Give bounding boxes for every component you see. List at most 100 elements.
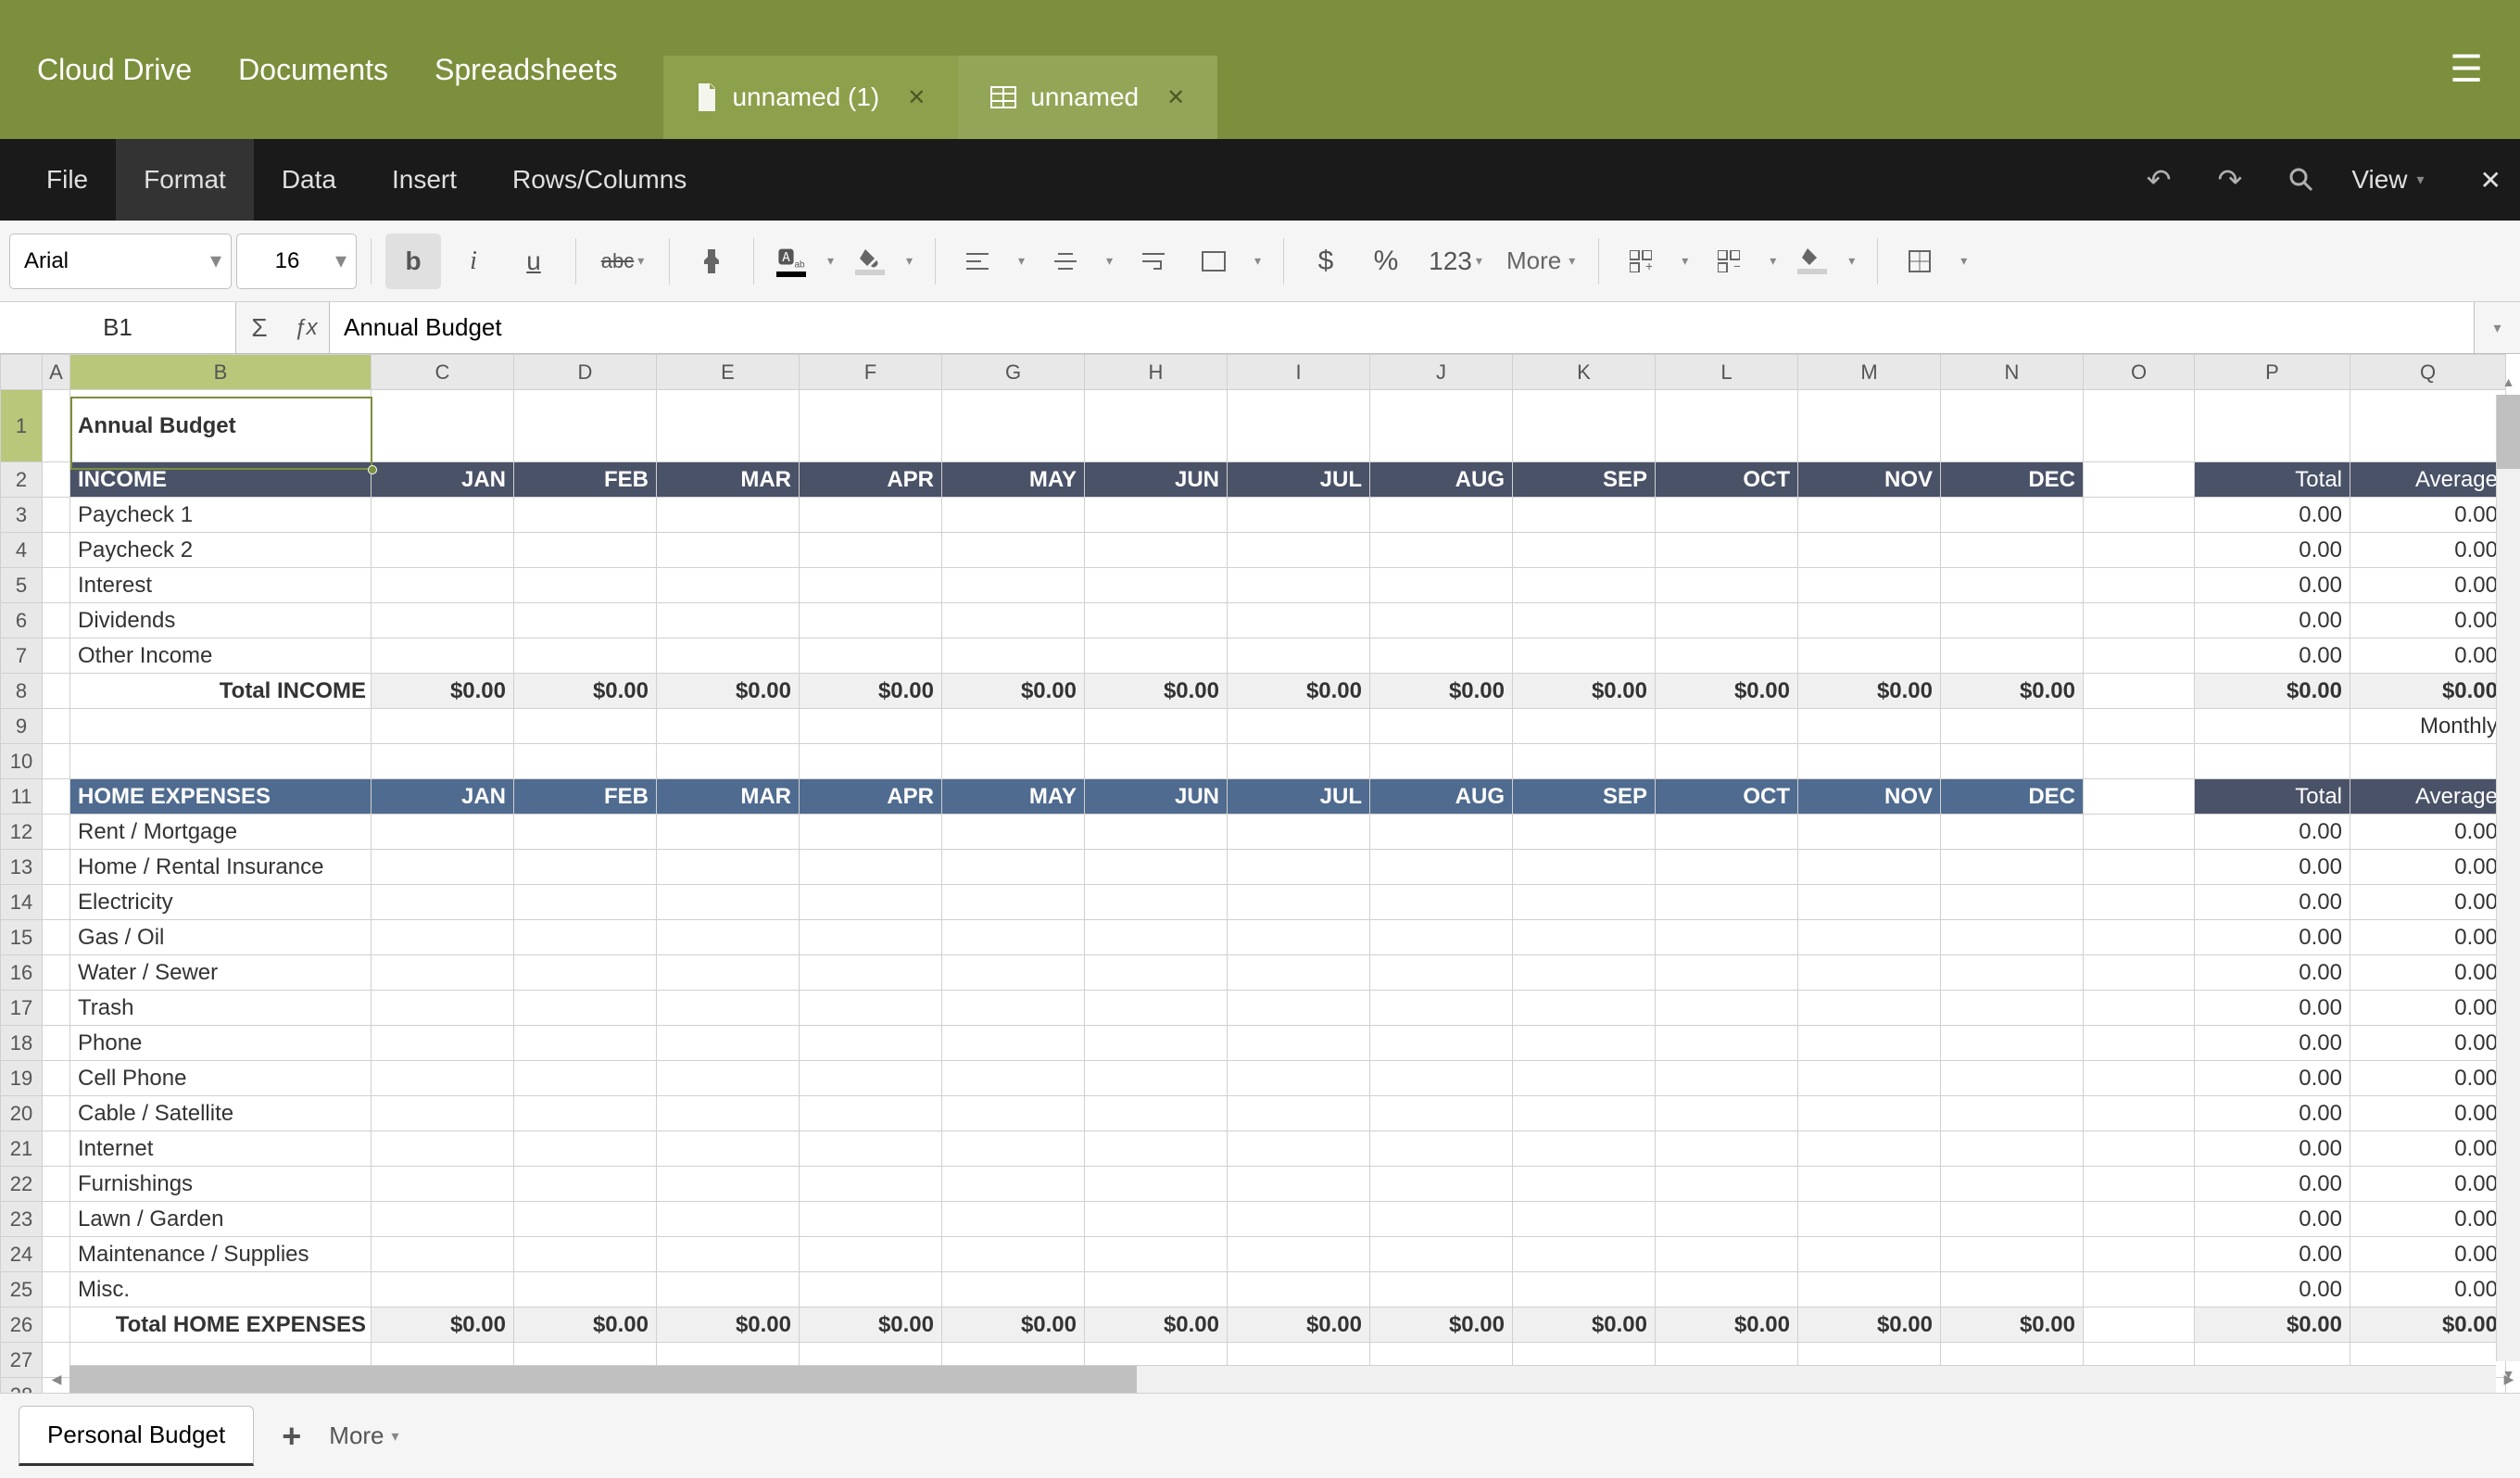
month-header[interactable]: DEC	[1941, 462, 2084, 498]
column-header[interactable]: K	[1513, 355, 1656, 390]
cell[interactable]	[657, 1167, 800, 1202]
cell[interactable]	[43, 1026, 70, 1061]
cell[interactable]	[372, 815, 514, 850]
cell[interactable]	[514, 1167, 657, 1202]
cell[interactable]	[1656, 1167, 1798, 1202]
cell[interactable]	[1370, 1167, 1513, 1202]
menu-rows-columns[interactable]: Rows/Columns	[485, 139, 714, 221]
cell[interactable]	[1085, 1167, 1228, 1202]
cell[interactable]	[942, 991, 1085, 1026]
month-header[interactable]: FEB	[514, 462, 657, 498]
font-size-select[interactable]: 16	[236, 234, 357, 289]
wrap-text-button[interactable]	[1126, 234, 1181, 289]
summary-total[interactable]: 0.00	[2195, 1202, 2350, 1237]
cell[interactable]	[372, 1202, 514, 1237]
tab-unnamed[interactable]: unnamed ✕	[958, 56, 1217, 139]
cell[interactable]	[2084, 1131, 2195, 1167]
cell[interactable]	[942, 390, 1085, 462]
summary-average[interactable]: 0.00	[2350, 1237, 2506, 1272]
cell[interactable]	[1656, 1096, 1798, 1131]
cell[interactable]	[657, 1061, 800, 1096]
row-header[interactable]: 16	[1, 955, 43, 991]
cell[interactable]	[1085, 390, 1228, 462]
total-expenses-value[interactable]: $0.00	[657, 1307, 800, 1343]
cell[interactable]	[1941, 1237, 2084, 1272]
summary-total[interactable]: 0.00	[2195, 815, 2350, 850]
cell[interactable]	[70, 744, 372, 779]
month-header[interactable]: JUN	[1085, 462, 1228, 498]
month-header[interactable]: JUL	[1228, 779, 1370, 815]
cell[interactable]	[942, 920, 1085, 955]
cell[interactable]	[1513, 1061, 1656, 1096]
cell[interactable]	[1656, 709, 1798, 744]
cell[interactable]	[800, 920, 942, 955]
summary-total[interactable]: 0.00	[2195, 1026, 2350, 1061]
cell[interactable]	[1085, 1202, 1228, 1237]
cell[interactable]	[372, 885, 514, 920]
row-header[interactable]: 7	[1, 638, 43, 674]
month-header[interactable]: MAY	[942, 779, 1085, 815]
cell[interactable]	[514, 498, 657, 533]
expense-item-label[interactable]: Maintenance / Supplies	[70, 1237, 372, 1272]
cell[interactable]	[1513, 955, 1656, 991]
cell[interactable]	[2195, 709, 2350, 744]
cell[interactable]	[372, 638, 514, 674]
summary-average[interactable]: 0.00	[2350, 955, 2506, 991]
cell[interactable]	[372, 955, 514, 991]
cell[interactable]	[372, 850, 514, 885]
month-header[interactable]: OCT	[1656, 462, 1798, 498]
total-income-value[interactable]: $0.00	[800, 674, 942, 709]
row-header[interactable]: 14	[1, 885, 43, 920]
summary-total[interactable]: 0.00	[2195, 1096, 2350, 1131]
cell[interactable]	[372, 1131, 514, 1167]
summary-total[interactable]: 0.00	[2195, 498, 2350, 533]
cell[interactable]	[657, 709, 800, 744]
summary-average[interactable]: 0.00	[2350, 1202, 2506, 1237]
cell[interactable]	[942, 603, 1085, 638]
cell[interactable]	[514, 603, 657, 638]
column-header[interactable]: A	[43, 355, 70, 390]
cell[interactable]	[2084, 568, 2195, 603]
cell[interactable]	[43, 1096, 70, 1131]
cell[interactable]	[1941, 920, 2084, 955]
align-left-button[interactable]	[950, 234, 1005, 289]
cell[interactable]	[1513, 1026, 1656, 1061]
cell[interactable]	[800, 533, 942, 568]
cell[interactable]	[43, 674, 70, 709]
cell[interactable]	[2084, 709, 2195, 744]
cell[interactable]	[657, 390, 800, 462]
merge-cells-button[interactable]	[1186, 234, 1241, 289]
cell[interactable]	[1656, 1272, 1798, 1307]
cell[interactable]	[372, 1272, 514, 1307]
summary-average[interactable]: 0.00	[2350, 885, 2506, 920]
cell[interactable]	[657, 885, 800, 920]
cell[interactable]	[1085, 1237, 1228, 1272]
cell[interactable]	[657, 568, 800, 603]
income-item-label[interactable]: Interest	[70, 568, 372, 603]
cell[interactable]	[43, 533, 70, 568]
row-header[interactable]: 27	[1, 1343, 43, 1378]
cell[interactable]	[1798, 1272, 1941, 1307]
month-header[interactable]: NOV	[1798, 462, 1941, 498]
formula-input[interactable]	[329, 302, 2474, 353]
cell[interactable]	[514, 920, 657, 955]
cell[interactable]	[1656, 1202, 1798, 1237]
cell[interactable]	[43, 850, 70, 885]
cell[interactable]	[942, 955, 1085, 991]
row-header[interactable]: 12	[1, 815, 43, 850]
selection-handle[interactable]	[368, 465, 377, 474]
cell[interactable]	[1370, 850, 1513, 885]
summary-total[interactable]: 0.00	[2195, 920, 2350, 955]
cell[interactable]	[43, 779, 70, 815]
cell[interactable]	[1370, 533, 1513, 568]
cell[interactable]	[1941, 815, 2084, 850]
cell[interactable]	[372, 920, 514, 955]
cell[interactable]	[43, 390, 70, 462]
cell[interactable]	[372, 1061, 514, 1096]
cell[interactable]	[1656, 850, 1798, 885]
title-cell[interactable]: Annual Budget	[70, 390, 372, 462]
cell[interactable]	[2084, 1167, 2195, 1202]
currency-format-button[interactable]: $	[1298, 234, 1354, 289]
total-income-value[interactable]: $0.00	[1085, 674, 1228, 709]
row-header[interactable]: 9	[1, 709, 43, 744]
